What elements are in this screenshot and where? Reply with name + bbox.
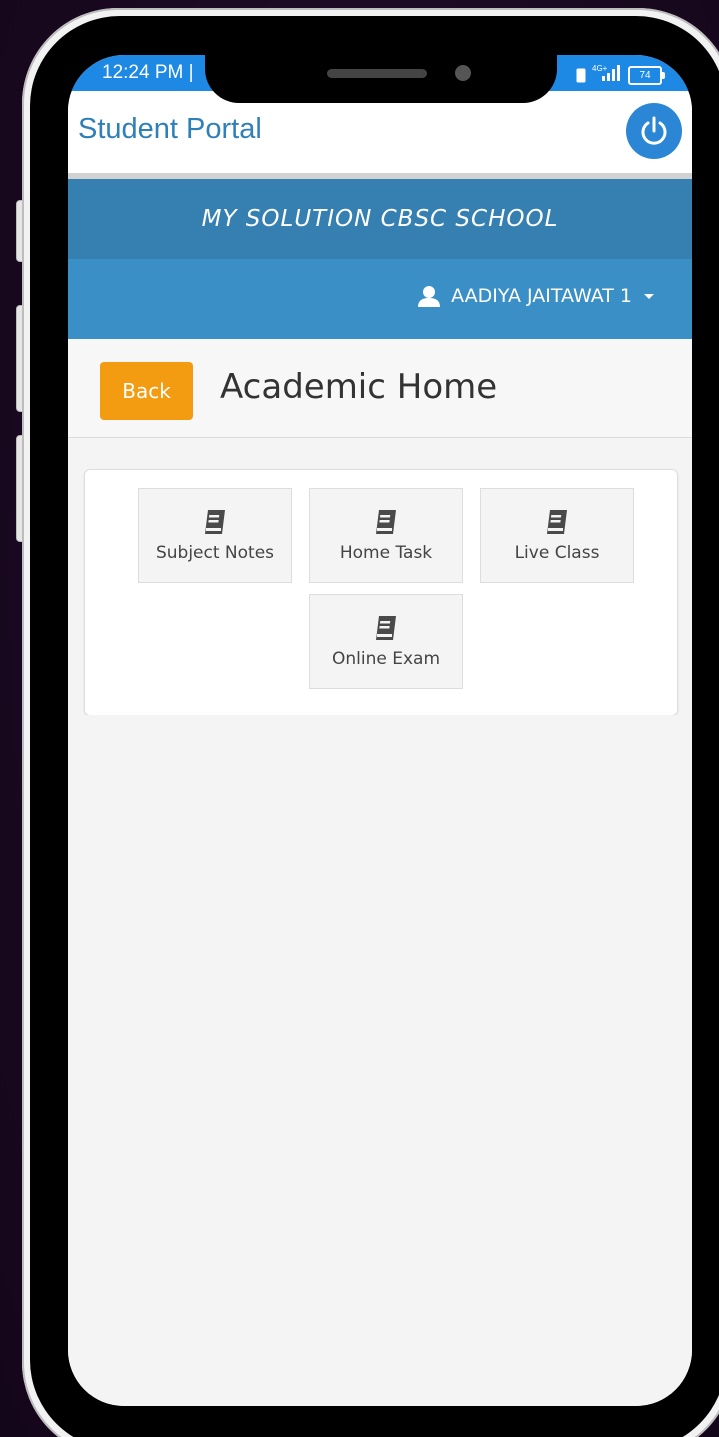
back-button[interactable]: Back [100, 362, 193, 420]
tile-home-task[interactable]: Home Task [309, 488, 463, 583]
user-icon [418, 286, 441, 307]
book-icon [205, 509, 225, 534]
tile-subject-notes[interactable]: Subject Notes [138, 488, 292, 583]
academic-menu-panel: Subject Notes Home Task Live Class Onlin… [84, 469, 678, 716]
speaker [327, 69, 427, 78]
app-bar: Student Portal [68, 91, 692, 179]
tile-label: Subject Notes [155, 542, 275, 563]
network-type: 4G+ [592, 64, 608, 73]
phone-screen: 12:24 PM | 4G+ 74 Student Portal MY SOLU… [68, 55, 692, 1406]
book-icon [376, 509, 396, 534]
status-icons: 4G+ 74 [576, 64, 665, 86]
school-name: MY SOLUTION CBSC SCHOOL [201, 206, 559, 232]
tile-live-class[interactable]: Live Class [480, 488, 634, 583]
sim-icon [576, 68, 586, 82]
user-menu-dropdown[interactable]: AADIYA JAITAWAT 1 [417, 285, 654, 307]
book-icon [547, 509, 567, 534]
empty-content-area [68, 715, 692, 1406]
caret-down-icon [644, 293, 654, 299]
signal-icon: 4G+ [592, 64, 622, 86]
page-title: Academic Home [220, 367, 498, 407]
status-time: 12:24 PM | [102, 62, 194, 83]
book-icon [376, 615, 396, 640]
tile-label: Home Task [339, 542, 433, 563]
school-banner: MY SOLUTION CBSC SCHOOL [68, 179, 692, 259]
tile-label: Online Exam [331, 648, 441, 669]
user-bar: AADIYA JAITAWAT 1 [68, 259, 692, 339]
power-icon [641, 116, 667, 145]
tile-online-exam[interactable]: Online Exam [309, 594, 463, 689]
user-name: AADIYA JAITAWAT 1 [451, 285, 632, 307]
phone-notch [205, 55, 557, 103]
camera-icon [455, 65, 471, 81]
tile-label: Live Class [514, 542, 600, 563]
logout-button[interactable] [626, 103, 682, 159]
background: 12:24 PM | 4G+ 74 Student Portal MY SOLU… [0, 0, 719, 1437]
app-title: Student Portal [78, 113, 262, 145]
page-header: Back Academic Home [68, 339, 692, 438]
battery-icon: 74 [628, 65, 665, 85]
